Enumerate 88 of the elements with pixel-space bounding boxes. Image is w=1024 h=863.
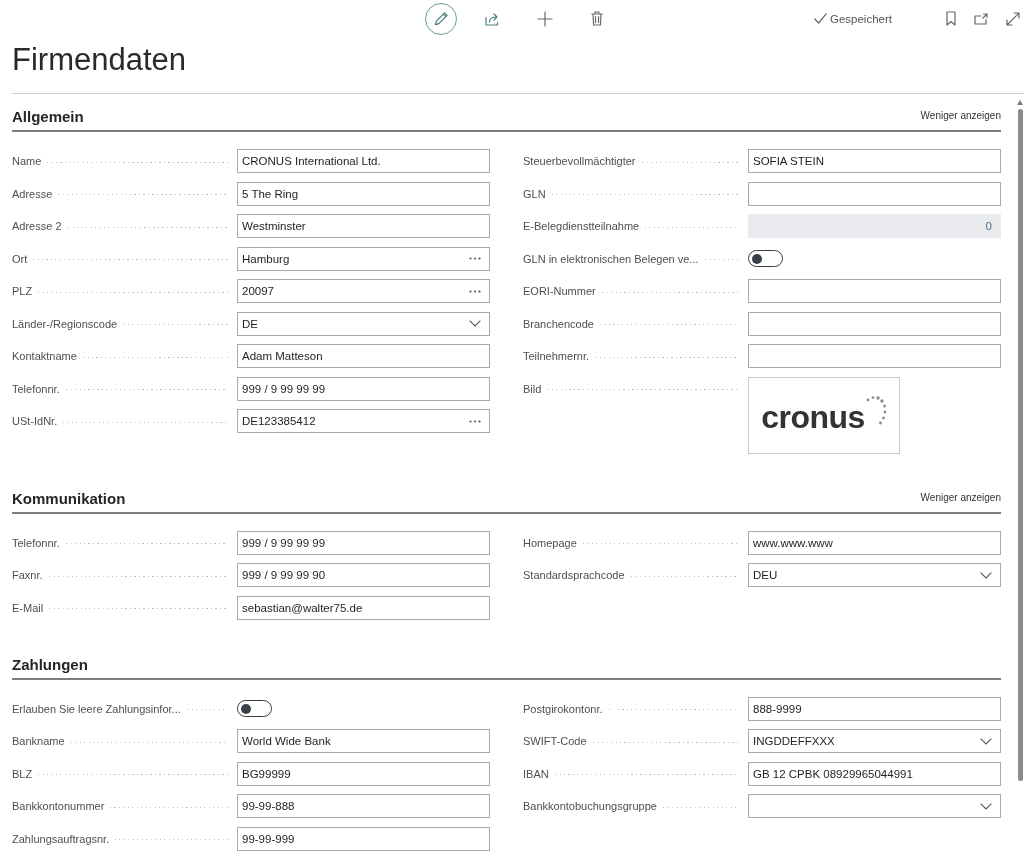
dropdown-field[interactable]: DE (237, 311, 490, 336)
input-field[interactable]: SOFIA STEIN (748, 149, 1001, 173)
input-field[interactable]: 5 The Ring (237, 181, 490, 206)
check-icon (814, 13, 827, 24)
field-label: Name (12, 154, 42, 168)
field-label: USt-IdNr. (12, 414, 58, 428)
chevron-down-icon[interactable] (469, 320, 481, 327)
input-field[interactable]: 99-99-888 (237, 794, 490, 818)
show-less-link[interactable]: Weniger anzeigen (920, 109, 1001, 123)
field-label: Telefonnr. (12, 535, 60, 550)
field-label: Bankkontonummer (12, 799, 105, 813)
saved-status: Gespeichert (830, 11, 892, 26)
field-label: GLN (523, 186, 546, 201)
field-label: Faxnr. (12, 568, 43, 582)
input-field[interactable] (748, 344, 1001, 368)
input-field[interactable]: sebastian@walter75.de (237, 595, 490, 620)
input-field[interactable] (748, 279, 1001, 303)
field-label: BLZ (12, 766, 33, 781)
ellipsis-icon[interactable] (469, 289, 481, 293)
bookmark-icon[interactable] (946, 11, 956, 26)
lookup-field[interactable]: 20097 (237, 279, 490, 303)
field-label: IBAN (523, 766, 549, 781)
field-label: Länder-/Regionscode (12, 316, 118, 331)
field-label: Teilnehmernr. (523, 349, 590, 363)
input-field[interactable]: 999 / 9 99 99 99 (237, 530, 490, 555)
input-field[interactable]: GB 12 CPBK 08929965044991 (748, 761, 1001, 786)
chevron-down-icon[interactable] (980, 802, 992, 810)
pencil-icon (433, 11, 449, 26)
section-title: Kommunikation (12, 488, 126, 509)
section-title: Zahlungen (12, 654, 88, 675)
share-icon (485, 11, 501, 26)
input-field[interactable] (748, 311, 1001, 336)
field-label: GLN in elektronischen Belegen ve... (523, 251, 699, 266)
input-field[interactable] (748, 181, 1001, 206)
field-label: Telefonnr. (12, 381, 60, 396)
chevron-down-icon[interactable] (980, 571, 992, 579)
field-label: Adresse 2 (12, 219, 62, 233)
field-label: EORI-Nummer (523, 284, 596, 298)
field-label: Bankname (12, 734, 65, 748)
input-field[interactable]: Westminster (237, 214, 490, 238)
input-field[interactable]: 999 / 9 99 99 99 (237, 376, 490, 401)
field-label: E-Belegdienstteilnahme (523, 219, 640, 233)
lookup-field[interactable]: DE123385412 (237, 409, 490, 433)
field-label: Ort (12, 251, 28, 266)
input-field[interactable]: Adam Matteson (237, 344, 490, 368)
field-label: SWIFT-Code (523, 734, 587, 748)
input-field[interactable]: CRONUS International Ltd. (237, 149, 490, 173)
box-arrow-icon[interactable] (974, 12, 988, 25)
field-label: Zahlungsauftragsnr. (12, 831, 110, 846)
field-label: Steuerbevollmächtigter (523, 154, 636, 168)
toggle-switch[interactable] (748, 250, 783, 267)
expand-icon[interactable] (1006, 11, 1020, 26)
input-field[interactable]: 99-99-999 (237, 826, 490, 851)
scrollbar-thumb[interactable] (1017, 109, 1023, 781)
field-label: Postgirokontonr. (523, 701, 603, 716)
toggle-switch[interactable] (237, 700, 272, 717)
page-title: Firmendaten (12, 37, 1024, 94)
field-label: Adresse (12, 186, 53, 201)
trash-icon (591, 11, 603, 26)
field-label: Homepage (523, 535, 577, 550)
field-label: Erlauben Sie leere Zahlungsinfor... (12, 701, 181, 716)
input-field[interactable]: World Wide Bank (237, 729, 490, 753)
logo-text: cronus (761, 400, 865, 434)
ellipsis-icon[interactable] (469, 419, 481, 423)
dots-arc-icon (865, 395, 887, 425)
input-field[interactable]: BG99999 (237, 761, 490, 786)
picture-field[interactable]: cronus (748, 376, 900, 454)
input-field[interactable]: 999 / 9 99 99 90 (237, 563, 490, 587)
chevron-down-icon[interactable] (980, 737, 992, 745)
field-label: PLZ (12, 284, 33, 298)
input-field[interactable]: www.www.www (748, 530, 1001, 555)
lookup-field[interactable]: Hamburg (237, 246, 490, 271)
input-field[interactable]: 888-9999 (748, 696, 1001, 721)
scroll-up-icon[interactable] (1017, 100, 1023, 105)
section-title: Allgemein (12, 107, 84, 127)
dropdown-field[interactable]: INGDDEFFXXX (748, 729, 1001, 753)
field-label: Bild (523, 381, 542, 396)
field-label: E-Mail (12, 600, 44, 615)
field-label: Standardsprachcode (523, 568, 625, 582)
ellipsis-icon[interactable] (469, 257, 481, 260)
plus-icon (537, 10, 553, 27)
field-label: Branchencode (523, 316, 594, 331)
field-label: Bankkontobuchungsgruppe (523, 799, 657, 813)
dropdown-field[interactable] (748, 794, 1001, 818)
field-label: Kontaktname (12, 349, 77, 363)
dropdown-field[interactable]: DEU (748, 563, 1001, 587)
show-less-link[interactable]: Weniger anzeigen (920, 490, 1001, 505)
readonly-field: 0 (748, 214, 1001, 238)
